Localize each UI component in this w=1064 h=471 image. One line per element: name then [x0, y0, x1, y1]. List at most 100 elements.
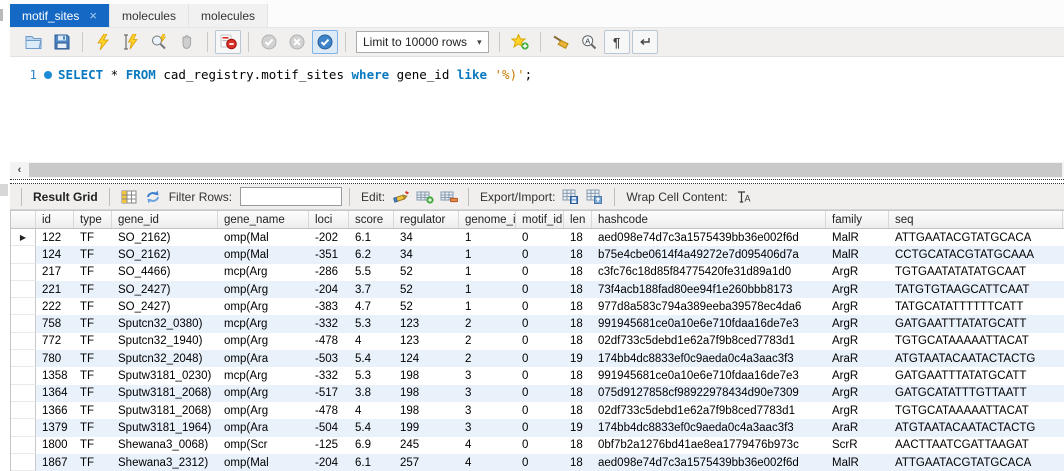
editor-hscrollbar[interactable]: ‹ — [10, 162, 1064, 178]
grid-cell-type[interactable]: TF — [74, 402, 112, 419]
commit-icon[interactable] — [256, 30, 282, 54]
grid-cell-regulator[interactable]: 123 — [394, 315, 459, 332]
grid-cell-seq[interactable]: CCTGCATACGTATGCAAA — [889, 246, 1063, 263]
grid-cell-motif_id[interactable]: 0 — [516, 298, 564, 315]
grid-cell-motif_id[interactable]: 0 — [516, 281, 564, 298]
grid-cell-motif_id[interactable]: 0 — [516, 437, 564, 454]
tab-motif_sites-0[interactable]: motif_sites× — [10, 4, 110, 27]
grid-cell-len[interactable]: 18 — [564, 315, 592, 332]
grid-cell-seq[interactable]: AACTTAATCGATTAAGAT — [889, 437, 1063, 454]
row-selector[interactable] — [11, 333, 36, 350]
row-selector[interactable] — [11, 298, 36, 315]
grid-cell-type[interactable]: TF — [74, 229, 112, 246]
grid-cell-score[interactable]: 3.8 — [349, 385, 394, 402]
grid-cell-genome_id[interactable]: 3 — [459, 385, 516, 402]
grid-cell-seq[interactable]: ATGTAATACAATACTACTG — [889, 350, 1063, 367]
grid-cell-family[interactable]: AraR — [826, 350, 889, 367]
grid-cell-score[interactable]: 6.1 — [349, 454, 394, 471]
grid-cell-regulator[interactable]: 245 — [394, 437, 459, 454]
grid-cell-len[interactable]: 18 — [564, 264, 592, 281]
toggle-stop-on-error-icon[interactable] — [215, 30, 241, 54]
grid-cell-id[interactable]: 1366 — [36, 402, 74, 419]
grid-cell-loci[interactable]: -517 — [309, 385, 349, 402]
grid-cell-len[interactable]: 19 — [564, 419, 592, 436]
grid-cell-gene_name[interactable]: omp(Arg — [218, 298, 309, 315]
column-header-id[interactable]: id — [36, 211, 74, 228]
grid-cell-genome_id[interactable]: 1 — [459, 264, 516, 281]
grid-cell-regulator[interactable]: 52 — [394, 298, 459, 315]
row-selector[interactable] — [11, 437, 36, 454]
grid-cell-gene_name[interactable]: omp(Mal — [218, 246, 309, 263]
grid-cell-type[interactable]: TF — [74, 454, 112, 471]
grid-cell-seq[interactable]: GATGCATATTTGTTAATT — [889, 385, 1063, 402]
grid-cell-id[interactable]: 1867 — [36, 454, 74, 471]
grid-cell-regulator[interactable]: 198 — [394, 402, 459, 419]
column-header-regulator[interactable]: regulator — [394, 211, 459, 228]
grid-cell-type[interactable]: TF — [74, 246, 112, 263]
grid-cell-id[interactable]: 217 — [36, 264, 74, 281]
grid-cell-motif_id[interactable]: 0 — [516, 350, 564, 367]
grid-cell-score[interactable]: 3.7 — [349, 281, 394, 298]
column-header-loci[interactable]: loci — [309, 211, 349, 228]
grid-cell-len[interactable]: 18 — [564, 367, 592, 384]
grid-cell-hashcode[interactable]: 73f4acb188fad80ee94f1e260bbb8173 — [592, 281, 826, 298]
toggle-autocommit-icon[interactable] — [312, 30, 338, 54]
grid-cell-gene_name[interactable]: omp(Arg — [218, 402, 309, 419]
grid-cell-gene_id[interactable]: Sputcn32_1940) — [112, 333, 218, 350]
grid-cell-score[interactable]: 5.3 — [349, 315, 394, 332]
row-selector[interactable] — [11, 385, 36, 402]
grid-cell-family[interactable]: MalR — [826, 229, 889, 246]
grid-cell-score[interactable]: 6.1 — [349, 229, 394, 246]
explain-icon[interactable] — [146, 30, 172, 54]
grid-cell-score[interactable]: 5.4 — [349, 419, 394, 436]
grid-cell-motif_id[interactable]: 0 — [516, 264, 564, 281]
import-icon[interactable] — [583, 186, 607, 208]
filter-rows-input[interactable] — [240, 187, 342, 206]
grid-cell-regulator[interactable]: 199 — [394, 419, 459, 436]
row-selector[interactable] — [11, 419, 36, 436]
grid-cell-regulator[interactable]: 34 — [394, 229, 459, 246]
column-header-motif_id[interactable]: motif_id — [516, 211, 564, 228]
grid-cell-regulator[interactable]: 52 — [394, 281, 459, 298]
grid-cell-seq[interactable]: TATGTGTAAGCATTCAAT — [889, 281, 1063, 298]
grid-cell-motif_id[interactable]: 0 — [516, 385, 564, 402]
grid-cell-type[interactable]: TF — [74, 264, 112, 281]
grid-cell-len[interactable]: 18 — [564, 246, 592, 263]
grid-cell-gene_id[interactable]: Sputw3181_2068) — [112, 402, 218, 419]
grid-cell-gene_id[interactable]: Sputw3181_1964) — [112, 419, 218, 436]
column-header-seq[interactable]: seq — [889, 211, 1063, 228]
row-selector[interactable] — [11, 454, 36, 471]
toggle-wrap-icon[interactable] — [632, 30, 658, 54]
grid-cell-len[interactable]: 19 — [564, 350, 592, 367]
grid-cell-gene_name[interactable]: mcp(Arg — [218, 367, 309, 384]
grid-corner-cell[interactable] — [11, 211, 36, 228]
grid-cell-score[interactable]: 4 — [349, 402, 394, 419]
column-header-gene_id[interactable]: gene_id — [112, 211, 218, 228]
beautify-icon[interactable] — [548, 30, 574, 54]
grid-cell-gene_name[interactable]: omp(Arg — [218, 333, 309, 350]
row-selector[interactable] — [11, 367, 36, 384]
grid-cell-family[interactable]: ArgR — [826, 333, 889, 350]
grid-cell-family[interactable]: ScrR — [826, 437, 889, 454]
grid-cell-loci[interactable]: -125 — [309, 437, 349, 454]
grid-cell-hashcode[interactable]: 174bb4dc8833ef0c9aeda0c4a3aac3f3 — [592, 419, 826, 436]
grid-cell-gene_name[interactable]: mcp(Arg — [218, 315, 309, 332]
row-selector[interactable] — [11, 315, 36, 332]
grid-cell-type[interactable]: TF — [74, 437, 112, 454]
grid-cell-id[interactable]: 1358 — [36, 367, 74, 384]
wrap-cell-icon[interactable]: A — [732, 186, 756, 208]
column-header-gene_name[interactable]: gene_name — [218, 211, 309, 228]
grid-cell-id[interactable]: 122 — [36, 229, 74, 246]
grid-cell-type[interactable]: TF — [74, 385, 112, 402]
grid-cell-seq[interactable]: TATGCATATTTTTTCATT — [889, 298, 1063, 315]
grid-cell-regulator[interactable]: 198 — [394, 385, 459, 402]
grid-cell-hashcode[interactable]: b75e4cbe0614f4a49272e7d095406d7a — [592, 246, 826, 263]
grid-cell-gene_id[interactable]: Sputcn32_0380) — [112, 315, 218, 332]
grid-cell-motif_id[interactable]: 0 — [516, 229, 564, 246]
grid-cell-gene_id[interactable]: SO_2162) — [112, 246, 218, 263]
sql-editor[interactable]: 1 SELECT * FROM cad_registry.motif_sites… — [10, 57, 1064, 162]
grid-cell-id[interactable]: 1800 — [36, 437, 74, 454]
grid-cell-score[interactable]: 4 — [349, 333, 394, 350]
grid-cell-loci[interactable]: -332 — [309, 315, 349, 332]
column-header-score[interactable]: score — [349, 211, 394, 228]
